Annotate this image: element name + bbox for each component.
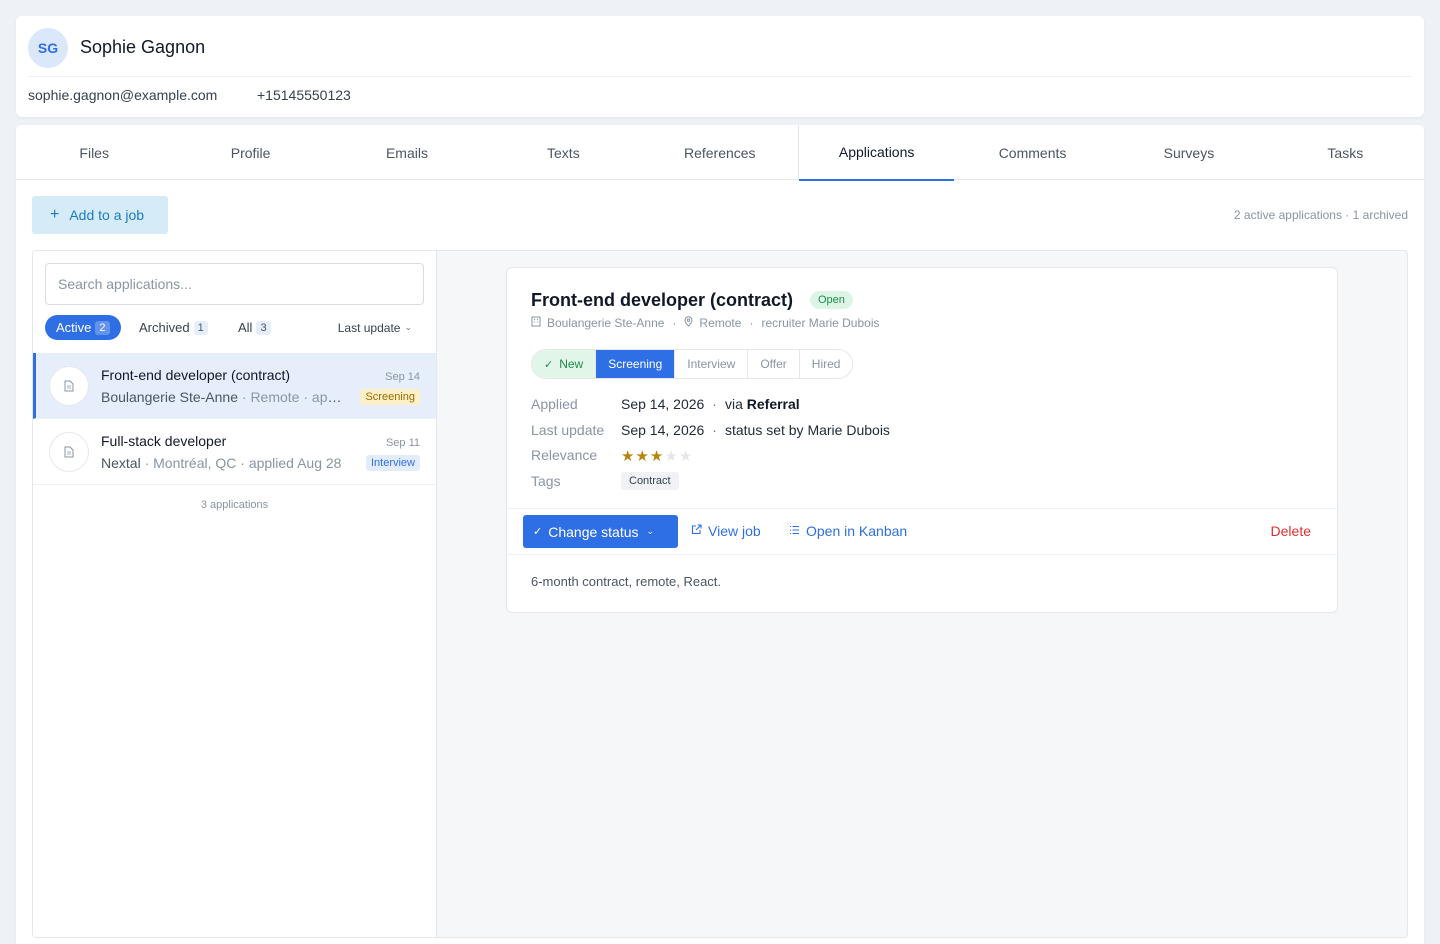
item-subtitle: Nextal · Montréal, QC · applied Aug 28: [101, 455, 342, 471]
chevron-down-icon: ⌄: [646, 526, 655, 536]
change-status-button[interactable]: ✓ Change status ⌄: [523, 515, 678, 548]
relevance-stars[interactable]: ★★★★★: [621, 447, 693, 465]
tab-references[interactable]: References: [642, 125, 798, 180]
star-filled-icon[interactable]: ★: [650, 448, 664, 465]
star-filled-icon[interactable]: ★: [635, 448, 649, 465]
filter-bar: Active 2 Archived 1 All 3 Last update ⌄: [45, 315, 424, 340]
add-to-job-button[interactable]: + Add to a job: [32, 196, 168, 234]
stage-interview[interactable]: Interview: [675, 350, 749, 378]
candidate-email[interactable]: sophie.gagnon@example.com: [28, 87, 217, 103]
status-badge: Interview: [365, 455, 420, 471]
header-divider: [28, 76, 1412, 77]
detail-actions: ✓ Change status ⌄ View job Open in Kanba…: [507, 508, 1337, 555]
view-job-link[interactable]: View job: [691, 523, 761, 539]
list-footer-count: 3 applications: [200, 499, 269, 511]
status-badge: Screening: [360, 389, 420, 405]
stage-screening[interactable]: Screening: [596, 350, 676, 378]
field-tags: Tags Contract: [531, 472, 1031, 493]
chevron-down-icon: ⌄: [404, 322, 412, 332]
location-pin-icon: [684, 316, 693, 330]
star-empty-icon[interactable]: ★: [664, 448, 678, 465]
tab-files[interactable]: Files: [16, 125, 172, 180]
field-last-update: Last update Sep 14, 2026 · status set by M…: [531, 422, 890, 438]
applications-panel: Active2 Archived1 All3 Last update ⌄ Fro…: [32, 250, 1408, 938]
field-applied: Applied Sep 14, 2026 · via Referral: [531, 396, 800, 412]
job-company: Boulangerie Ste-Anne: [547, 316, 665, 330]
application-counts: 2 active applications · 1 archived: [1233, 208, 1408, 222]
candidate-name: Sophie Gagnon: [80, 37, 206, 57]
job-status-badge: Open: [810, 291, 853, 309]
avatar: SG: [28, 28, 68, 68]
candidate-header: SG Sophie Gagnon sophie.gagnon@example.c…: [16, 16, 1424, 117]
job-recruiter: recruiter Marie Dubois: [761, 316, 880, 330]
stage-hired[interactable]: Hired: [800, 350, 853, 378]
field-relevance: Relevance ★★★★★: [531, 447, 694, 465]
star-filled-icon[interactable]: ★: [621, 448, 635, 465]
tag-chip[interactable]: Contract: [621, 472, 679, 490]
stage-new[interactable]: ✓ New: [532, 350, 597, 378]
main-card: Files Profile Emails Texts References Ap…: [16, 125, 1424, 944]
applications-list: Active2 Archived1 All3 Last update ⌄ Fro…: [33, 251, 437, 937]
stage-offer[interactable]: Offer: [748, 350, 800, 378]
building-icon: [531, 316, 541, 330]
tab-comments[interactable]: Comments: [954, 125, 1110, 180]
document-icon: [49, 366, 89, 406]
sort-dropdown[interactable]: Last update ⌄: [338, 315, 412, 340]
tab-texts[interactable]: Texts: [485, 125, 641, 180]
external-link-icon: [691, 524, 702, 538]
plus-icon: +: [50, 206, 60, 223]
item-title: Full-stack developer: [101, 433, 227, 449]
list-icon: [789, 524, 800, 538]
check-icon: ✓: [533, 526, 543, 538]
tab-tasks[interactable]: Tasks: [1267, 125, 1423, 180]
item-date: Sep 11: [385, 437, 420, 449]
application-note: 6-month contract, remote, React.: [531, 574, 722, 589]
tab-bar: Files Profile Emails Texts References Ap…: [16, 125, 1424, 181]
star-empty-icon[interactable]: ★: [679, 448, 693, 465]
job-location: Remote: [699, 316, 742, 330]
job-meta: Boulangerie Ste-Anne · Remote · recruite…: [531, 316, 880, 330]
pipeline-stages: ✓ New Screening Interview Offer Hired: [531, 349, 854, 379]
search-input[interactable]: [45, 263, 424, 305]
tab-emails[interactable]: Emails: [329, 125, 485, 180]
tab-profile[interactable]: Profile: [172, 125, 328, 180]
filter-archived[interactable]: Archived 1: [139, 315, 208, 340]
check-icon: ✓: [544, 358, 554, 371]
delete-button[interactable]: Delete: [1271, 523, 1311, 539]
item-subtitle: Boulangerie Ste-Anne · Remote · applied …: [101, 389, 347, 405]
item-title: Front-end developer (contract): [101, 367, 291, 383]
document-icon: [49, 432, 89, 472]
application-detail: Front-end developer (contract) Open Boul…: [506, 267, 1338, 613]
tab-surveys[interactable]: Surveys: [1111, 125, 1267, 180]
list-item[interactable]: Front-end developer (contract) Boulanger…: [33, 353, 436, 419]
open-kanban-link[interactable]: Open in Kanban: [789, 523, 907, 539]
list-item[interactable]: Full-stack developer Nextal · Montréal, …: [33, 419, 436, 485]
filter-active[interactable]: Active 2: [45, 315, 121, 340]
job-title: Front-end developer (contract): [531, 290, 794, 310]
tab-applications[interactable]: Applications: [797, 125, 955, 181]
item-date: Sep 14: [385, 371, 420, 383]
candidate-phone[interactable]: +15145550123: [257, 87, 351, 103]
filter-all[interactable]: All 3: [238, 315, 271, 340]
